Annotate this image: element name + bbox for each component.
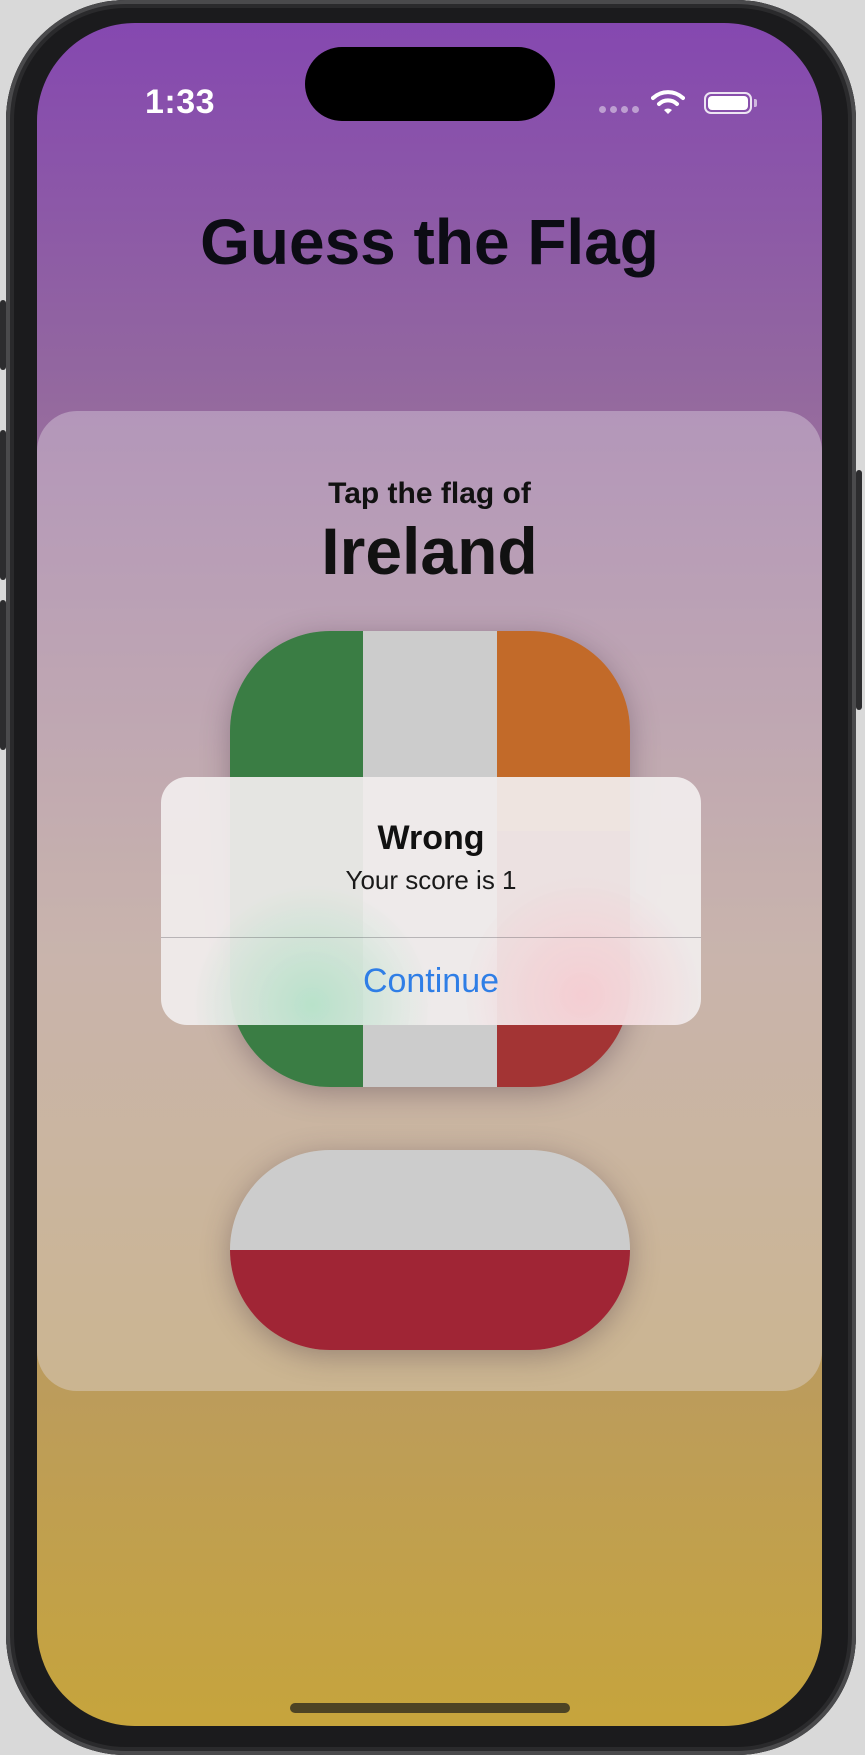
question-prompt: Tap the flag of: [328, 477, 531, 510]
wifi-icon: [651, 89, 685, 115]
home-indicator[interactable]: [290, 1703, 570, 1713]
flag-button-poland[interactable]: [230, 1150, 630, 1350]
volume-up-button: [0, 430, 6, 580]
dynamic-island: [305, 47, 555, 121]
battery-nub: [754, 99, 757, 107]
country-name: Ireland: [321, 514, 538, 588]
game-title: Guess the Flag: [200, 206, 659, 278]
action-button: [0, 300, 6, 370]
flag-stripe: [230, 1150, 630, 1250]
power-button: [856, 470, 862, 710]
screen: 1:33 Guess the Flag Tap the flag of Irel…: [37, 23, 822, 1726]
volume-down-button: [0, 600, 6, 750]
alert-message: Your score is 1: [345, 865, 517, 895]
cellular-signal-icon: [599, 106, 641, 114]
alert-dialog: Wrong Your score is 1 Continue: [161, 777, 701, 1025]
flag-stripe: [230, 1250, 630, 1350]
status-time: 1:33: [145, 83, 216, 121]
continue-button[interactable]: Continue: [161, 938, 701, 1025]
alert-title: Wrong: [377, 819, 485, 857]
battery-icon: [704, 92, 752, 114]
